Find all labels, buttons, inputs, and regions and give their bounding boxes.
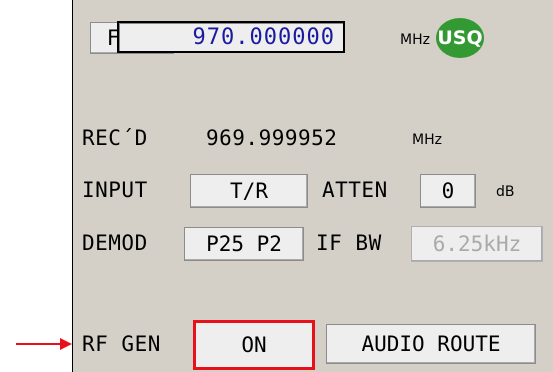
- atten-label: ATTEN: [322, 178, 388, 202]
- input-button[interactable]: T/R: [190, 174, 308, 208]
- received-frequency-unit: MHz: [412, 132, 442, 148]
- input-label: INPUT: [82, 178, 148, 202]
- callout-arrow-line: [16, 343, 62, 345]
- received-frequency-value: 969.999952: [206, 126, 338, 150]
- rf-gen-on-button[interactable]: ON: [193, 320, 315, 370]
- callout-arrow-icon: [60, 338, 72, 350]
- atten-button[interactable]: 0: [420, 174, 476, 208]
- received-label: REC´D: [82, 126, 148, 150]
- usq-status-badge: USQ: [436, 18, 484, 58]
- demod-button[interactable]: P25 P2: [184, 227, 304, 261]
- if-bw-button: 6.25kHz: [411, 226, 543, 262]
- atten-unit: dB: [496, 184, 515, 200]
- audio-route-button[interactable]: AUDIO ROUTE: [326, 324, 536, 364]
- freq-unit: MHz: [400, 32, 430, 48]
- rf-gen-label: RF GEN: [82, 332, 161, 356]
- freq-value: 970.000000: [192, 24, 335, 50]
- demod-label: DEMOD: [82, 231, 148, 255]
- freq-input[interactable]: 970.000000: [117, 21, 345, 53]
- if-bw-label: IF BW: [316, 231, 382, 255]
